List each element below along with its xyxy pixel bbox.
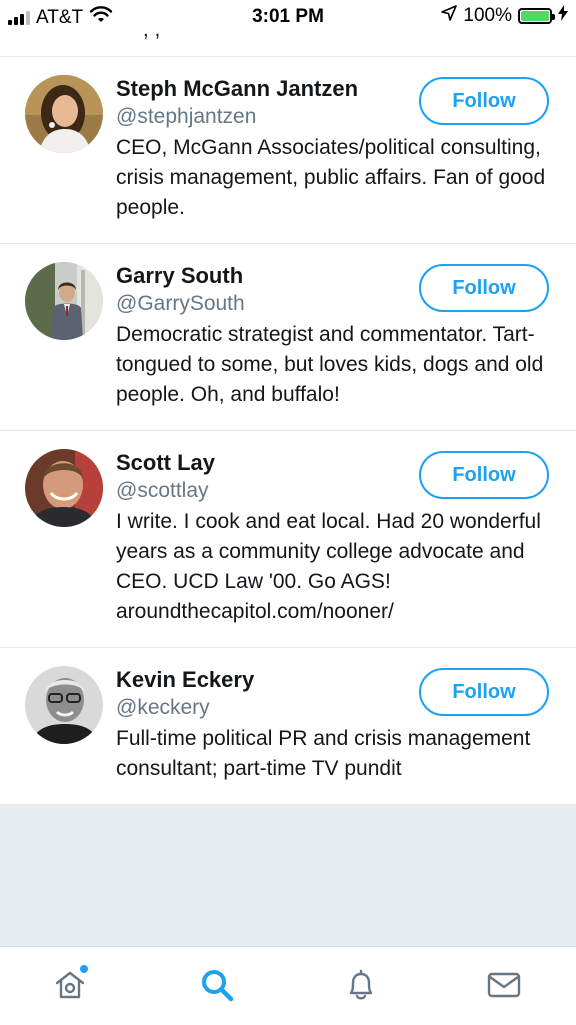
avatar[interactable] <box>25 75 103 153</box>
tab-home[interactable] <box>50 965 90 1005</box>
partial-bio-text: ··· , , · · · <box>116 32 199 42</box>
avatar[interactable] <box>25 262 103 340</box>
who-to-follow-list: ··· , , · · · Steph McGann Jantzen @step… <box>0 32 576 805</box>
avatar[interactable] <box>25 449 103 527</box>
follow-button[interactable]: Follow <box>419 77 549 125</box>
avatar[interactable] <box>25 666 103 744</box>
account-card[interactable]: Garry South @GarrySouth Democratic strat… <box>0 244 576 431</box>
account-card[interactable]: Scott Lay @scottlay I write. I cook and … <box>0 431 576 648</box>
follow-button[interactable]: Follow <box>419 451 549 499</box>
battery-icon <box>518 8 555 24</box>
tab-search[interactable] <box>197 965 237 1005</box>
notification-dot <box>80 965 88 973</box>
search-icon <box>202 970 234 1002</box>
status-bar: AT&T 3:01 PM 100% <box>0 0 576 32</box>
partial-list-item: ··· , , · · · <box>0 32 576 57</box>
tab-messages[interactable] <box>484 965 524 1005</box>
account-bio: I write. I cook and eat local. Had 20 wo… <box>116 510 541 623</box>
home-icon <box>55 971 85 999</box>
battery-level <box>521 11 549 21</box>
location-arrow-icon <box>441 5 458 27</box>
account-bio: Democratic strategist and commentator. T… <box>116 323 544 406</box>
mail-icon <box>487 972 521 998</box>
follow-button[interactable]: Follow <box>419 264 549 312</box>
battery-percent: 100% <box>463 5 512 26</box>
bell-icon <box>349 969 373 1000</box>
account-card[interactable]: Kevin Eckery @keckery Full-time politica… <box>0 648 576 805</box>
tab-notifications[interactable] <box>341 965 381 1005</box>
account-bio: CEO, McGann Associates/political consult… <box>116 136 546 219</box>
status-right: 100% <box>441 5 568 27</box>
account-bio: Full-time political PR and crisis manage… <box>116 727 531 780</box>
charging-bolt-icon <box>558 5 568 27</box>
account-card[interactable]: Steph McGann Jantzen @stephjantzen CEO, … <box>0 57 576 244</box>
bottom-tab-bar <box>0 946 576 1025</box>
follow-button[interactable]: Follow <box>419 668 549 716</box>
